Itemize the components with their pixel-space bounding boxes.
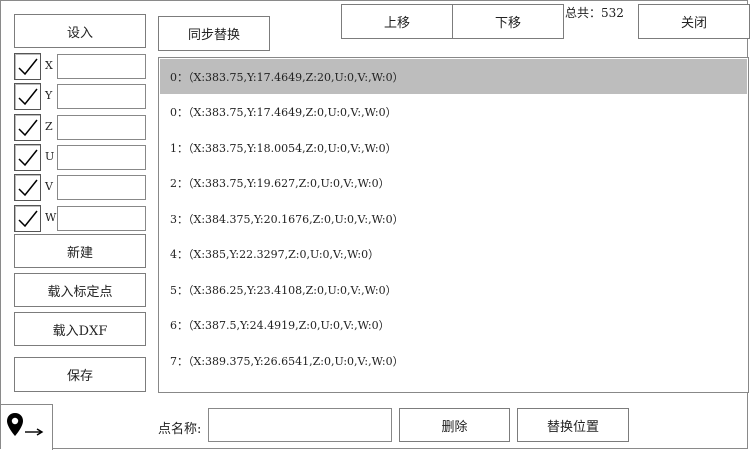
checkmark-icon (17, 119, 38, 136)
point-row[interactable]: 0：（X:383.75,Y:17.4649,Z:20,U:0,V:,W:0） (160, 59, 747, 94)
close-button[interactable]: 关闭 (638, 4, 750, 39)
point-row[interactable]: 3：（X:384.375,Y:20.1676,Z:0,U:0,V:,W:0） (160, 201, 747, 236)
new-button[interactable]: 新建 (14, 234, 146, 268)
map-pin-arrow-icon (7, 413, 44, 436)
move-up-button[interactable]: 上移 (341, 4, 453, 39)
point-row-text: 0：（X:383.75,Y:17.4649,Z:20,U:0,V:,W:0） (170, 70, 404, 84)
points-list[interactable]: 0：（X:383.75,Y:17.4649,Z:20,U:0,V:,W:0） 0：… (158, 57, 749, 393)
point-row-text: 6：（X:387.5,Y:24.4919,Z:0,U:0,V:,W:0） (170, 319, 390, 332)
axis-input-w[interactable] (57, 206, 146, 231)
axis-label-y: Y (45, 89, 53, 102)
checkmark-icon (17, 210, 38, 227)
point-row-text: 0：（X:383.75,Y:17.4649,Z:0,U:0,V:,W:0） (170, 106, 397, 119)
point-row[interactable]: 0：（X:383.75,Y:17.4649,Z:0,U:0,V:,W:0） (160, 95, 747, 130)
axis-label-x: X (45, 59, 53, 72)
delete-button[interactable]: 删除 (399, 408, 510, 442)
locate-button[interactable] (1, 404, 53, 450)
point-row-text: 3：（X:384.375,Y:20.1676,Z:0,U:0,V:,W:0） (170, 212, 404, 226)
set-in-button[interactable]: 设入 (14, 14, 146, 48)
axis-checkbox-w[interactable] (14, 205, 41, 232)
point-row-text: 7：（X:389.375,Y:26.6541,Z:0,U:0,V:,W:0） (170, 354, 404, 368)
point-row[interactable]: 5：（X:386.25,Y:23.4108,Z:0,U:0,V:,W:0） (160, 272, 747, 307)
point-row[interactable]: 6：（X:387.5,Y:24.4919,Z:0,U:0,V:,W:0） (160, 308, 747, 343)
load-dxf-button[interactable]: 载入DXF (14, 312, 146, 346)
axis-label-w: W (45, 211, 57, 224)
replace-position-button[interactable]: 替换位置 (517, 408, 629, 442)
point-row-text: 5：（X:386.25,Y:23.4108,Z:0,U:0,V:,W:0） (170, 283, 397, 297)
point-row-text: 1：（X:383.75,Y:18.0054,Z:0,U:0,V:,W:0） (170, 141, 397, 155)
axis-label-u: U (45, 150, 55, 163)
point-row-text: 2：（X:383.75,Y:19.627,Z:0,U:0,V:,W:0） (170, 177, 390, 190)
point-row[interactable]: 7：（X:389.375,Y:26.6541,Z:0,U:0,V:,W:0） (160, 343, 747, 378)
axis-checkbox-v[interactable] (14, 174, 41, 201)
checkmark-icon (17, 179, 38, 196)
axis-checkbox-y[interactable] (14, 83, 41, 110)
axis-label-v: V (45, 180, 53, 193)
sync-replace-button[interactable]: 同步替换 (158, 16, 270, 51)
axis-input-v[interactable] (57, 175, 146, 200)
axis-checkbox-z[interactable] (14, 114, 41, 141)
axis-checkbox-x[interactable] (14, 53, 41, 80)
point-row[interactable]: 4：（X:385,Y:22.3297,Z:0,U:0,V:,W:0） (160, 237, 747, 272)
point-row[interactable]: 2：（X:383.75,Y:19.627,Z:0,U:0,V:,W:0） (160, 166, 747, 201)
point-row[interactable]: 1：（X:383.75,Y:18.0054,Z:0,U:0,V:,W:0） (160, 130, 747, 165)
axis-input-x[interactable] (57, 54, 146, 79)
point-name-label: 点名称: (158, 422, 202, 437)
axis-input-y[interactable] (57, 84, 146, 109)
axis-input-u[interactable] (57, 145, 146, 170)
move-down-button[interactable]: 下移 (452, 4, 564, 39)
total-count: 总共：532 (565, 6, 624, 20)
save-button[interactable]: 保存 (14, 357, 146, 392)
checkmark-icon (17, 149, 38, 166)
checkmark-icon (17, 58, 38, 75)
axis-input-z[interactable] (57, 115, 146, 140)
point-name-input[interactable] (208, 408, 392, 442)
point-row-text: 4：（X:385,Y:22.3297,Z:0,U:0,V:,W:0） (170, 248, 380, 261)
axis-label-z: Z (45, 120, 53, 133)
load-calibration-points-button[interactable]: 载入标定点 (14, 273, 146, 307)
axis-checkbox-u[interactable] (14, 144, 41, 171)
checkmark-icon (17, 88, 38, 105)
